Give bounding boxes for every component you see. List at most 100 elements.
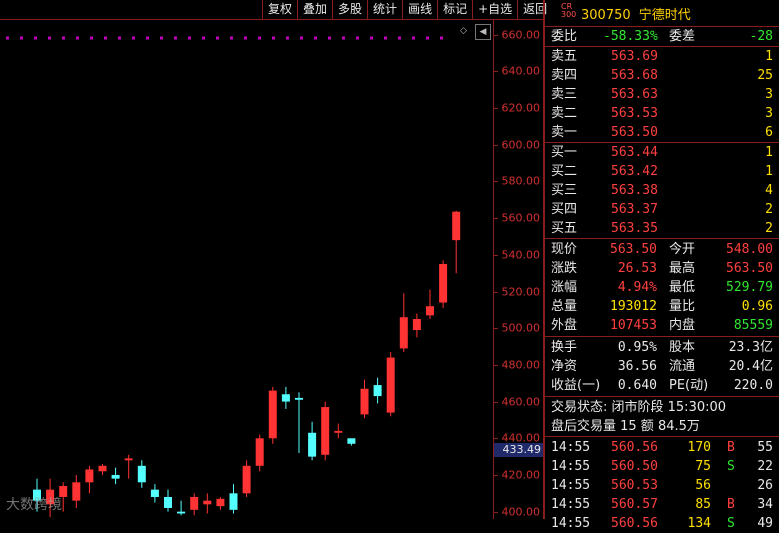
candle[interactable] — [308, 421, 317, 461]
candle[interactable] — [85, 465, 94, 494]
candle[interactable] — [72, 474, 81, 508]
mark-button[interactable]: 标记 — [437, 0, 472, 19]
bid-label: 买四 — [551, 202, 578, 217]
candle[interactable] — [177, 500, 186, 516]
fundamental-row: 净资 36.56 流通 20.4亿 — [545, 357, 779, 376]
candle[interactable] — [399, 293, 408, 353]
tick-volume: 134 — [687, 516, 711, 531]
candle[interactable] — [190, 493, 199, 516]
multi-stock-button[interactable]: 多股 — [332, 0, 367, 19]
ask-volume: 3 — [765, 87, 773, 102]
candle[interactable] — [98, 463, 107, 475]
price-tick-label: 500.00 — [501, 321, 541, 335]
trade-status-text: 交易状态: 闭市阶段 15:30:00 — [551, 400, 727, 415]
fundamental-value: 0.640 — [617, 378, 657, 393]
candle[interactable] — [373, 377, 382, 404]
candle[interactable] — [150, 484, 159, 503]
tick-volume: 85 — [695, 497, 711, 512]
draw-line-button[interactable]: 画线 — [402, 0, 437, 19]
ask-label: 卖五 — [551, 49, 578, 64]
ask-volume: 25 — [757, 68, 773, 83]
candle-body — [85, 469, 94, 483]
trade-status: 交易状态: 闭市阶段 15:30:00 — [545, 398, 779, 417]
candle[interactable] — [255, 434, 264, 472]
candlestick-plot[interactable] — [0, 20, 493, 519]
candle[interactable] — [281, 386, 290, 409]
overlay-button[interactable]: 叠加 — [297, 0, 332, 19]
price-tick-label: 640.00 — [501, 64, 541, 78]
stat-label: 外盘 — [551, 318, 578, 333]
divider — [545, 436, 779, 437]
tick-time: 14:55 — [551, 497, 591, 512]
price-tick-mark — [494, 34, 498, 36]
candle[interactable] — [268, 386, 277, 444]
kline-chart[interactable] — [0, 20, 493, 519]
collapse-panel-button[interactable]: ◀ — [475, 24, 491, 40]
statistics-button[interactable]: 统计 — [367, 0, 402, 19]
candle[interactable] — [203, 493, 212, 514]
tick-volume: 75 — [695, 459, 711, 474]
candle[interactable] — [295, 392, 303, 453]
candle-body — [98, 465, 107, 472]
candle[interactable] — [164, 489, 172, 512]
candle-body — [439, 263, 448, 303]
candle[interactable] — [216, 496, 225, 510]
stock-header: CR 300 300750 宁德时代 — [545, 0, 779, 27]
candle[interactable] — [124, 454, 133, 479]
fundamental-label: 换手 — [551, 340, 578, 355]
candle[interactable] — [242, 460, 251, 497]
tick-direction: S — [727, 459, 735, 474]
price-tick-mark — [494, 218, 498, 220]
candle[interactable] — [137, 460, 146, 488]
bid-row: 买四 563.37 2 — [545, 200, 779, 219]
candle-body — [308, 432, 317, 457]
price-tick-mark — [494, 328, 498, 330]
ask-volume: 1 — [765, 49, 773, 64]
stat-row: 涨跌 26.53 最高 563.50 — [545, 259, 779, 278]
ask-label: 卖三 — [551, 87, 578, 102]
fundamental-row: 收益(一) 0.640 PE(动) 220.0 — [545, 376, 779, 395]
candle[interactable] — [439, 260, 448, 309]
candle[interactable] — [452, 210, 461, 274]
ask-label: 卖二 — [551, 106, 578, 121]
candle[interactable] — [321, 401, 330, 461]
candle-body — [177, 511, 186, 514]
bid-volume: 4 — [765, 183, 773, 198]
candle-body — [268, 390, 277, 439]
tick-direction: B — [727, 440, 735, 455]
price-tick-label: 580.00 — [501, 174, 541, 188]
price-tick-mark — [494, 511, 498, 513]
candle-body — [321, 407, 330, 455]
tick-row: 14:55 560.57 85 B 34 — [545, 495, 779, 514]
stock-title[interactable]: 300750 宁德时代 — [581, 4, 691, 23]
tick-row: 14:55 560.56 170 B 55 — [545, 438, 779, 457]
stat-label: 量比 — [669, 299, 696, 314]
candle[interactable] — [360, 379, 369, 419]
bid-label: 买三 — [551, 183, 578, 198]
tick-count: 34 — [757, 497, 773, 512]
candle[interactable] — [426, 289, 434, 320]
tick-count: 55 — [757, 440, 773, 455]
candle[interactable] — [412, 313, 421, 338]
candle[interactable] — [347, 438, 356, 446]
bid-label: 买一 — [551, 145, 578, 160]
restore-rights-button[interactable]: 复权 — [262, 0, 297, 19]
bid-label: 买二 — [551, 164, 578, 179]
tick-price: 560.56 — [611, 440, 658, 455]
price-tick-mark — [494, 401, 498, 403]
add-watchlist-button[interactable]: +自选 — [472, 0, 517, 19]
bid-volume: 1 — [765, 145, 773, 160]
stat-value: 26.53 — [617, 261, 657, 276]
watermark: 大数跨境 — [6, 497, 62, 513]
candle-body — [399, 317, 408, 349]
candle[interactable] — [386, 352, 395, 417]
ask-volume: 6 — [765, 125, 773, 140]
candle[interactable] — [334, 423, 343, 439]
divider — [545, 396, 779, 397]
fundamental-label: 流通 — [669, 359, 696, 374]
stat-row: 外盘 107453 内盘 85559 — [545, 316, 779, 335]
price-tick-label: 480.00 — [501, 358, 541, 372]
candle[interactable] — [111, 467, 120, 485]
candle[interactable] — [229, 484, 238, 514]
fundamental-label: 净资 — [551, 359, 578, 374]
